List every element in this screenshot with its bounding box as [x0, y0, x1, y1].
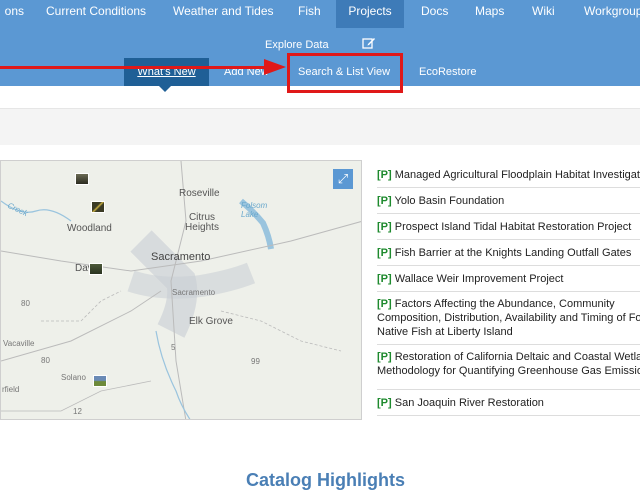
map-label-citrus-heights: Citrus Heights — [185, 212, 219, 233]
nav-item-wiki[interactable]: Wiki — [532, 0, 555, 28]
catalog-highlights-heading: Catalog Highlights — [246, 470, 405, 490]
project-marker-photo[interactable] — [75, 173, 89, 185]
list-item[interactable]: [P] Yolo Basin Foundation — [377, 188, 640, 214]
map-label-route-80-west: 80 — [21, 299, 30, 308]
nav-item-docs[interactable]: Docs — [421, 0, 448, 28]
map-label-folsom-lake: Folsom Lake — [241, 201, 268, 219]
project-title: Restoration of California Deltaic and Co… — [377, 351, 640, 377]
map-label-route-12: 12 — [73, 407, 82, 416]
nav-item-current-conditions[interactable]: Current Conditions — [46, 0, 146, 28]
annotation-arrow-head — [264, 59, 286, 75]
project-link[interactable]: Fish Barrier at the Knights Landing Outf… — [395, 247, 632, 259]
list-item[interactable]: [P] Fish Barrier at the Knights Landing … — [377, 240, 640, 266]
list-item[interactable]: [P] Prospect Island Tidal Habitat Restor… — [377, 214, 640, 240]
project-marker-photo[interactable] — [93, 375, 107, 387]
list-item[interactable]: [P] San Joaquin River Restoration — [377, 390, 640, 416]
project-title: Factors Affecting the Abundance, Communi… — [377, 298, 640, 338]
project-list: [P] Managed Agricultural Floodplain Habi… — [377, 162, 640, 416]
map-label-solano: Solano — [61, 373, 86, 382]
tab-add-new[interactable]: Add New — [224, 58, 269, 86]
project-link[interactable]: Wallace Weir Improvement Project — [395, 273, 564, 285]
project-link[interactable]: [P] Restoration of California Deltaic an… — [377, 350, 640, 378]
project-tag: [P] — [377, 221, 392, 233]
annotation-arrow-line — [0, 66, 266, 69]
project-tag: [P] — [377, 298, 392, 310]
nav-item-weather-and-tides[interactable]: Weather and Tides — [173, 0, 274, 28]
tab-ecorestore[interactable]: EcoRestore — [419, 58, 476, 86]
map-label-route-99: 99 — [251, 357, 260, 366]
project-link[interactable]: Prospect Island Tidal Habitat Restoratio… — [395, 221, 632, 233]
map-label-sacramento: Sacramento — [151, 251, 211, 263]
project-link[interactable]: Yolo Basin Foundation — [395, 195, 505, 207]
content-band — [0, 109, 640, 145]
project-marker-photo[interactable] — [91, 201, 105, 213]
map-label-route-5: 5 — [171, 343, 176, 352]
map-label-roseville: Roseville — [179, 188, 220, 199]
project-tag: [P] — [377, 195, 392, 207]
nav-item-projects[interactable]: Projects — [336, 0, 404, 28]
map-label-sacramento-county: Sacramento — [172, 288, 216, 297]
map-label-fairfield: rfield — [2, 385, 20, 394]
nav-item-workgroups[interactable]: Workgroups — [584, 0, 640, 28]
project-tag: [P] — [377, 397, 392, 409]
expand-icon[interactable]: ⤢ — [333, 169, 353, 189]
edit-icon[interactable] — [362, 36, 376, 50]
list-item[interactable]: [P] Wallace Weir Improvement Project — [377, 266, 640, 292]
nav-item-maps[interactable]: Maps — [475, 0, 504, 28]
nav-item-fish[interactable]: Fish — [298, 0, 321, 28]
map-label-elk-grove: Elk Grove — [189, 316, 233, 327]
project-tag: [P] — [377, 247, 392, 259]
project-tag: [P] — [377, 273, 392, 285]
tab-whats-new[interactable]: What's New — [124, 58, 209, 86]
project-marker-photo[interactable] — [89, 263, 103, 275]
list-item[interactable]: [P] Restoration of California Deltaic an… — [377, 345, 640, 390]
list-item[interactable]: [P] Factors Affecting the Abundance, Com… — [377, 292, 640, 345]
project-link[interactable]: Managed Agricultural Floodplain Habitat … — [395, 169, 640, 181]
map-label-vacaville: Vacaville — [3, 339, 35, 348]
project-map[interactable]: Roseville Folsom Lake Citrus Heights Woo… — [0, 160, 362, 420]
project-link[interactable]: San Joaquin River Restoration — [395, 397, 544, 409]
project-tag: [P] — [377, 351, 392, 363]
nav-item-locations[interactable]: ons — [0, 0, 26, 28]
main-nav: ons Current Conditions Weather and Tides… — [0, 0, 640, 28]
project-tag: [P] — [377, 169, 392, 181]
active-tab-caret — [159, 86, 171, 92]
project-link[interactable]: [P] Factors Affecting the Abundance, Com… — [377, 297, 640, 339]
map-label-woodland: Woodland — [67, 223, 112, 234]
annotation-highlight-box — [287, 53, 403, 93]
list-item[interactable]: [P] Managed Agricultural Floodplain Habi… — [377, 162, 640, 188]
map-label-route-80-south: 80 — [41, 356, 50, 365]
